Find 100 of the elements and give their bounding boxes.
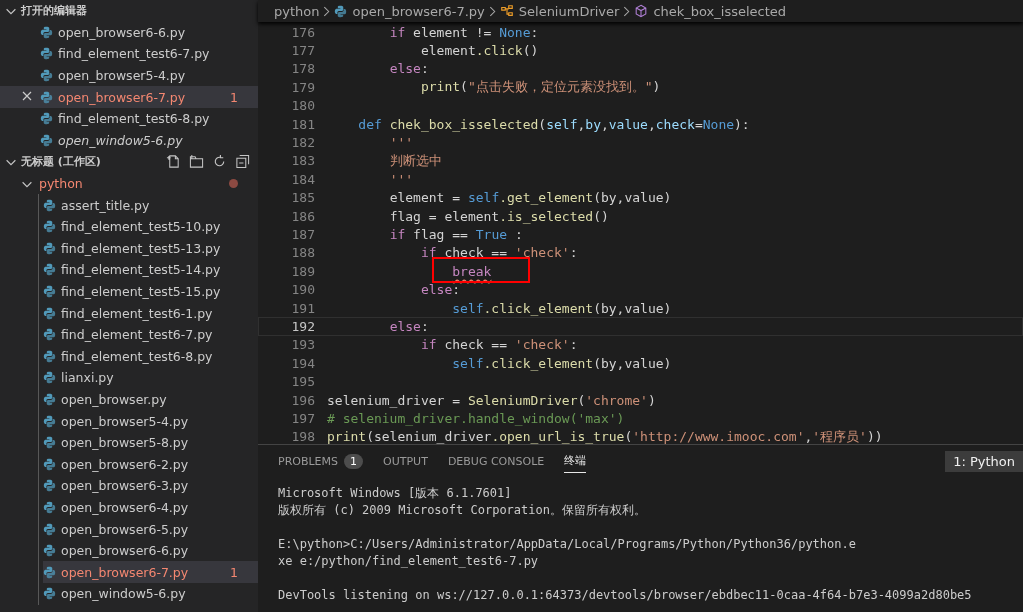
section-title: 无标题 (工作区) xyxy=(21,154,101,170)
file-name: open_window5-6.py xyxy=(61,586,187,602)
line-number: 177 xyxy=(290,43,316,59)
breadcrumb-item[interactable]: chek_box_isselected xyxy=(653,3,787,19)
file-name: open_browser5-4.py xyxy=(58,68,187,84)
file-item[interactable]: find_element_test6-8.py xyxy=(43,345,258,368)
file-name: find_element_test5-10.py xyxy=(61,219,222,235)
line-number: 185 xyxy=(290,190,316,206)
code-line: flag = element.is_selected() xyxy=(388,208,609,224)
file-item[interactable]: open_browser5-4.py xyxy=(0,64,258,87)
problem-count: 1 xyxy=(230,564,239,580)
code-line: else: xyxy=(419,282,461,298)
line-number: 180 xyxy=(290,98,316,114)
file-name: open_browser6-4.py xyxy=(61,499,190,515)
file-name: find_element_test6-1.py xyxy=(61,305,214,321)
file-item[interactable]: assert_title.py xyxy=(43,194,258,216)
line-number: 176 xyxy=(290,24,316,40)
file-item[interactable]: open_browser6-5.py xyxy=(43,518,258,540)
terminal-line: xe e:/python/find_element_test6-7.py xyxy=(278,553,540,570)
file-name: find_element_test5-13.py xyxy=(61,240,222,256)
breadcrumb-item[interactable]: python xyxy=(274,3,320,19)
file-item[interactable]: find_element_test6-1.py xyxy=(43,302,258,324)
file-item[interactable]: open_window5-6.py xyxy=(0,129,258,152)
line-number: 182 xyxy=(290,135,316,151)
line-number: 187 xyxy=(290,227,316,242)
breadcrumb-item[interactable]: SeleniumDriver xyxy=(518,3,620,19)
file-name: open_browser6-2.py xyxy=(61,456,190,472)
breadcrumb-item[interactable]: open_browser6-7.py xyxy=(352,3,485,19)
code-line: def chek_box_isselected(self,by,value,check=None): xyxy=(357,116,750,132)
file-name: open_browser.py xyxy=(61,392,168,407)
panel-tab[interactable]: 终端 xyxy=(564,449,587,473)
file-item[interactable]: lianxi.py xyxy=(43,367,258,389)
file-item[interactable]: find_element_test6-7.py xyxy=(43,323,258,346)
code-line: break xyxy=(451,263,492,279)
file-item[interactable]: open_browser6-4.py xyxy=(43,496,258,519)
folder-name: python xyxy=(39,176,84,192)
line-number: 193 xyxy=(290,337,316,353)
section-title: 打开的编辑器 xyxy=(21,3,87,19)
file-item[interactable]: open_browser.py xyxy=(43,388,258,411)
file-name: find_element_test6-8.py xyxy=(58,111,211,127)
code-line: element.click() xyxy=(419,43,539,59)
line-number: 197 xyxy=(290,410,316,426)
panel-tab[interactable]: OUTPUT xyxy=(383,449,428,473)
terminal-line: E:\python>C:/Users/Administrator/AppData/Local/Programs/Python/Python36/python.e xyxy=(278,536,857,553)
file-name: open_browser5-4.py xyxy=(61,413,190,429)
file-item[interactable]: open_browser6-6.py xyxy=(43,539,258,562)
panel-tab[interactable]: PROBLEMS 1 xyxy=(278,449,364,473)
file-name: open_browser5-8.py xyxy=(61,435,190,451)
file-name: find_element_test6-7.py xyxy=(58,46,211,62)
code-line: if element != None: xyxy=(388,24,539,40)
file-item[interactable]: find_element_test5-13.py xyxy=(43,237,258,260)
file-item[interactable]: find_element_test5-14.py xyxy=(43,259,258,281)
code-line: else: xyxy=(388,61,429,77)
line-number: 189 xyxy=(290,263,316,279)
code-line: selenium_driver = SeleniumDriver('chrome') xyxy=(327,392,656,408)
file-item[interactable]: open_browser6-7.py 1 xyxy=(43,561,258,584)
file-item[interactable]: open_browser5-4.py xyxy=(43,410,258,432)
code-line: self.click_element(by,value) xyxy=(451,300,672,316)
file-item[interactable]: open_browser6-3.py xyxy=(43,475,258,497)
terminal-line: DevTools listening on ws://127.0.0.1:64373/devtools/browser/ebdbec11-0caa-4f64-b7e3-4099a2d80be5 xyxy=(278,587,973,604)
code-line: element = self.get_element(by,value) xyxy=(388,190,672,206)
file-name: open_browser6-6.py xyxy=(61,543,190,559)
line-number: 188 xyxy=(290,245,316,261)
file-name: assert_title.py xyxy=(61,197,151,213)
file-name: lianxi.py xyxy=(61,370,115,386)
file-item[interactable]: find_element_test5-15.py xyxy=(43,280,258,303)
line-number: 178 xyxy=(290,61,316,77)
file-item[interactable]: open_browser5-8.py xyxy=(43,431,258,454)
line-number: 194 xyxy=(290,355,316,371)
code-line: ''' xyxy=(388,171,414,187)
line-number: 190 xyxy=(290,282,316,298)
file-name: open_browser6-3.py xyxy=(61,478,190,494)
terminal-select[interactable]: 1: Python xyxy=(945,450,1023,472)
panel-tab[interactable]: DEBUG CONSOLE xyxy=(447,449,545,473)
code-line: else: xyxy=(388,318,429,334)
file-item[interactable]: open_browser6-6.py xyxy=(0,21,258,44)
line-number: 196 xyxy=(290,392,316,408)
line-number: 195 xyxy=(290,374,316,390)
file-item[interactable]: open_window5-6.py xyxy=(43,583,258,605)
file-item[interactable]: find_element_test5-10.py xyxy=(43,215,258,238)
terminal-line: Microsoft Windows [版本 6.1.7601] xyxy=(278,485,513,502)
code-line: self.click_element(by,value) xyxy=(451,355,672,371)
file-item[interactable]: open_browser6-2.py xyxy=(43,453,258,476)
line-number: 183 xyxy=(290,153,316,169)
code-line: # selenium_driver.handle_window('max') xyxy=(327,410,625,426)
line-number: 192 xyxy=(290,318,316,334)
file-item[interactable]: find_element_test6-8.py xyxy=(0,107,258,130)
file-name: open_browser6-5.py xyxy=(61,521,190,537)
file-name: open_browser6-7.py xyxy=(58,89,187,105)
folder-item[interactable]: python xyxy=(0,172,258,195)
file-item[interactable]: find_element_test6-7.py xyxy=(0,43,258,65)
code-line: if flag == True : xyxy=(388,227,523,242)
count-badge: 1 xyxy=(344,453,364,469)
code-line: print(selenium_driver.open_url_is_true('http://www.imooc.com','程序员')) xyxy=(327,427,883,444)
file-item[interactable]: open_browser6-7.py 1 xyxy=(0,86,258,108)
code-line: if check == 'check': xyxy=(419,245,578,261)
line-number: 179 xyxy=(290,79,316,95)
code-line: if check == 'check': xyxy=(419,337,578,353)
file-name: find_element_test6-8.py xyxy=(61,348,214,364)
code-line: 判断选中 xyxy=(388,151,442,170)
